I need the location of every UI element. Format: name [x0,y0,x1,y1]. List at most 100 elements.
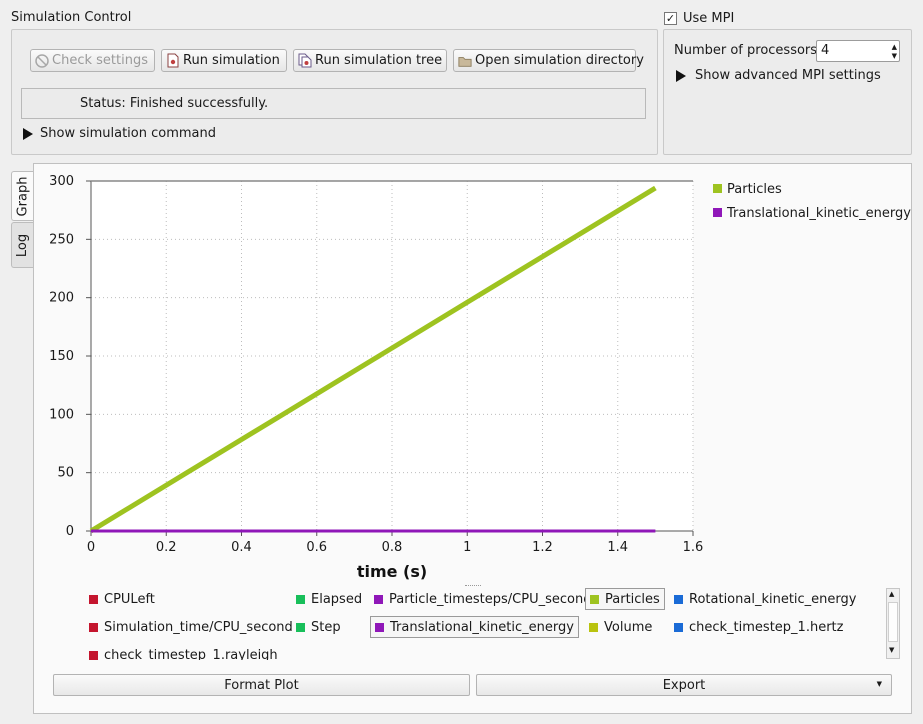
series-toggle[interactable]: Rotational_kinetic_energy [670,588,860,610]
y-tick-label: 0 [66,524,74,539]
series-toggle[interactable]: Step [292,616,345,638]
y-tick-label: 250 [49,232,74,247]
series-toggle[interactable]: CPULeft [85,588,159,610]
x-tick-label: 1 [463,540,471,555]
x-tick-label: 0.4 [231,540,252,555]
x-tick-label: 0 [87,540,95,555]
series-color-swatch [89,594,98,604]
series-toggle[interactable]: Particles [585,588,665,610]
series-toggle-label: check_timestep_1.rayleigh [104,647,278,661]
run-simulation-label: Run simulation [183,53,280,68]
scroll-down-icon[interactable]: ▼ [889,646,894,654]
check-settings-icon [35,53,49,69]
show-simulation-command-label: Show simulation command [40,126,216,141]
series-toggle-label: Step [311,619,341,635]
series-list: CPULeft Elapsed Particle_timesteps/CPU_sec… [85,588,885,660]
legend-swatch [713,208,722,217]
series-toggle[interactable]: Particle_timesteps/CPU_second [370,588,595,610]
tab-log-label: Log [15,233,31,257]
x-tick-label: 0.2 [156,540,177,555]
tab-graph[interactable]: Graph [11,171,33,221]
series-toggle[interactable]: check_timestep_1.rayleigh [85,644,282,660]
series-toggle-label: Elapsed [311,591,363,607]
series-color-swatch [590,594,599,604]
check-settings-button[interactable]: Check settings [30,49,155,72]
expand-arrow-icon [676,69,686,82]
series-color-swatch [375,622,384,632]
expand-arrow-icon [23,127,33,140]
y-tick-label: 50 [57,466,74,481]
show-advanced-mpi-label: Show advanced MPI settings [695,68,881,83]
series-color-swatch [89,622,98,632]
series-toggle[interactable]: Volume [585,616,656,638]
series-color-swatch [296,594,305,604]
line-chart: 0 0.2 0.4 0.6 0.8 1 1.2 1.4 1.6 0 50 100 150 200 250 30… [49,174,911,581]
legend-label: Particles [727,182,782,197]
spin-down-icon[interactable]: ▼ [892,52,897,60]
status-text: Status: Finished successfully. [80,96,269,111]
series-toggle[interactable]: Translational_kinetic_energy [370,616,579,638]
x-axis-label: time (s) [357,562,427,581]
series-color-swatch [89,650,98,660]
series-color-swatch [296,622,305,632]
series-color-swatch [674,622,683,632]
processors-label: Number of processors: [674,43,822,58]
series-toggle-label: Volume [604,619,653,635]
use-mpi-checkbox[interactable]: ✓ Use MPI [664,11,734,26]
show-simulation-command-toggle[interactable]: Show simulation command [23,126,216,141]
check-mark-icon: ✓ [665,12,676,25]
series-toggle-label: Particles [605,591,660,607]
tab-graph-label: Graph [15,176,31,216]
scroll-up-icon[interactable]: ▲ [889,590,894,598]
series-color-swatch [589,622,598,632]
check-settings-label: Check settings [52,53,148,68]
series-toggle-label: check_timestep_1.hertz [689,619,844,635]
tab-log[interactable]: Log [11,222,33,268]
y-tick-label: 200 [49,291,74,306]
series-list-scrollbar[interactable]: ▲ ▼ [886,588,900,659]
series-toggle[interactable]: Elapsed [292,588,366,610]
scrollbar-thumb[interactable] [888,602,898,642]
series-toggle[interactable]: check_timestep_1.hertz [670,616,847,638]
series-toggle-label: Translational_kinetic_energy [390,619,574,635]
run-simulation-tree-label: Run simulation tree [315,53,443,68]
series-toggle-label: CPULeft [104,591,155,607]
processors-value: 4 [821,43,830,58]
x-tick-label: 0.8 [382,540,403,555]
x-tick-label: 0.6 [306,540,327,555]
open-simulation-directory-label: Open simulation directory [475,53,644,68]
run-tree-icon [298,53,312,69]
y-tick-label: 100 [49,407,74,422]
use-mpi-label: Use MPI [683,11,735,26]
folder-icon [458,53,472,69]
open-simulation-directory-button[interactable]: Open simulation directory [453,49,644,72]
y-tick-label: 150 [49,349,74,364]
series-toggle-label: Simulation_time/CPU_second [104,619,293,635]
series-toggle[interactable]: Simulation_time/CPU_second [85,616,297,638]
series-toggle-label: Rotational_kinetic_energy [689,591,857,607]
processors-spinbox[interactable]: 4 ▲ ▼ [816,40,900,62]
status-box: Status: Finished successfully. [21,88,646,119]
series-color-swatch [674,594,683,604]
export-dropdown-button[interactable]: Export ▼ [476,674,892,696]
checkbox-box: ✓ [664,12,677,25]
simulation-control-title: Simulation Control [11,10,132,25]
chart-resize-handle[interactable] [465,585,481,586]
series-toggle-label: Particle_timesteps/CPU_second [389,591,592,607]
x-tick-label: 1.6 [683,540,704,555]
x-tick-label: 1.4 [607,540,628,555]
export-label: Export [662,677,706,693]
legend-label: Translational_kinetic_energy [726,206,911,221]
legend-swatch [713,184,722,193]
series-color-swatch [374,594,383,604]
y-tick-label: 300 [49,174,74,189]
run-simulation-tree-button[interactable]: Run simulation tree [293,49,447,72]
run-simulation-button[interactable]: Run simulation [161,49,287,72]
show-advanced-mpi-toggle[interactable]: Show advanced MPI settings [676,68,881,83]
x-tick-label: 1.2 [532,540,553,555]
dropdown-arrow-icon: ▼ [876,680,882,688]
spin-up-icon[interactable]: ▲ [892,43,897,51]
run-document-icon [166,53,180,69]
format-plot-label: Format Plot [224,677,299,693]
format-plot-button[interactable]: Format Plot [53,674,470,696]
